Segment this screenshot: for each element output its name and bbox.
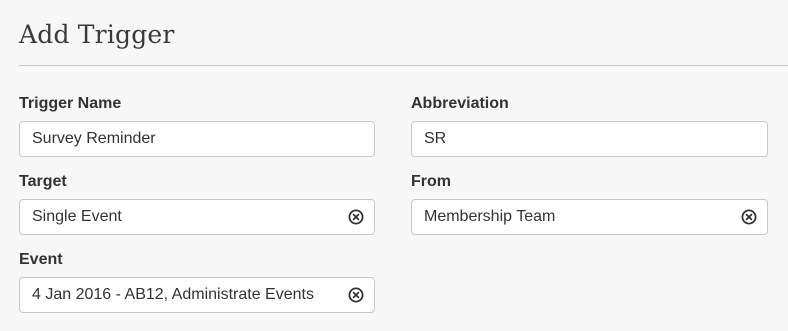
abbreviation-field-group: Abbreviation SR: [411, 95, 768, 157]
event-clear-icon[interactable]: [348, 287, 364, 303]
from-label: From: [411, 173, 451, 190]
trigger-name-field-group: Trigger Name Survey Reminder: [19, 95, 375, 157]
abbreviation-input[interactable]: SR: [411, 121, 768, 157]
from-clear-icon[interactable]: [741, 209, 757, 225]
trigger-name-value: Survey Reminder: [32, 130, 156, 147]
target-field-group: Target Single Event: [19, 173, 375, 235]
from-field-group: From Membership Team: [411, 173, 768, 235]
target-label: Target: [19, 173, 67, 190]
trigger-name-label: Trigger Name: [19, 95, 122, 112]
event-select[interactable]: 4 Jan 2016 - AB12, Administrate Events: [19, 277, 375, 313]
target-value: Single Event: [32, 208, 122, 225]
target-select[interactable]: Single Event: [19, 199, 375, 235]
event-label: Event: [19, 251, 63, 268]
from-value: Membership Team: [424, 208, 556, 225]
abbreviation-label: Abbreviation: [411, 95, 509, 112]
abbreviation-value: SR: [424, 130, 447, 147]
page-title: Add Trigger: [19, 20, 175, 49]
trigger-name-input[interactable]: Survey Reminder: [19, 121, 375, 157]
from-select[interactable]: Membership Team: [411, 199, 768, 235]
event-value: 4 Jan 2016 - AB12, Administrate Events: [32, 286, 314, 303]
title-divider: [19, 65, 788, 66]
target-clear-icon[interactable]: [348, 209, 364, 225]
event-field-group: Event 4 Jan 2016 - AB12, Administrate Ev…: [19, 251, 375, 313]
